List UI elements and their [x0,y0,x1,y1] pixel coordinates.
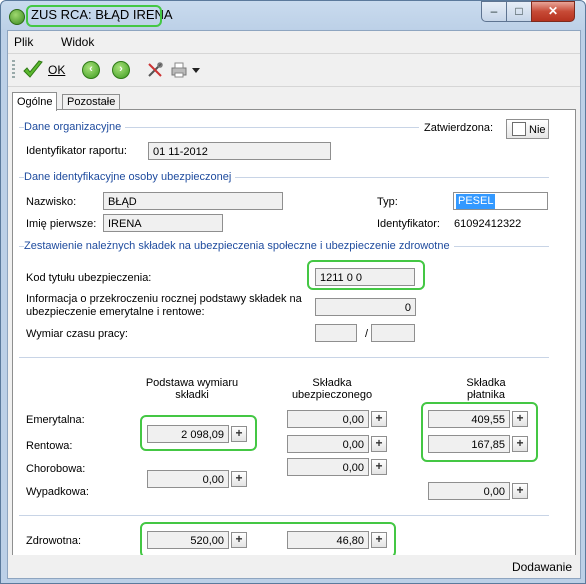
zdrowotna-insured-plus-button[interactable]: + [371,532,387,548]
id-value: 61092412322 [454,218,522,230]
status-bar: Dodawanie [8,555,580,577]
col-header-base: Podstawa wymiaru składki [137,377,247,401]
emerytalna-base-field: 2 098,09 [147,425,229,443]
col-header-payer-line2: płatnika [467,389,505,401]
toolbar: OK ‹ › [8,53,580,87]
section-divider [19,357,549,358]
status-mode: Dodawanie [511,560,572,574]
forward-button[interactable]: › [112,59,130,81]
section-title-contrib: Zestawienie należnych składek na ubezpie… [24,240,454,252]
worktime-denominator-field [371,324,415,342]
col-header-payer-line1: Składka [466,377,506,389]
tools-button[interactable] [146,59,164,81]
emerytalna-insured-field: 0,00 [287,410,369,428]
chorobowa-insured-plus-button[interactable]: + [371,459,387,475]
wypadkowa-payer-plus-button[interactable]: + [512,483,528,499]
worktime-separator: / [365,328,369,340]
ok-label: OK [48,63,66,77]
menu-widok[interactable]: Widok [61,35,94,49]
type-field[interactable]: PESEL [453,192,548,210]
title-bar[interactable]: ZUS RCA: BŁĄD IRENA – □ ✕ [1,1,585,31]
rentowa-payer-field: 167,85 [428,435,510,453]
excess-label: Informacja o przekroczeniu rocznej podst… [26,293,302,319]
emerytalna-base-plus-button[interactable]: + [231,426,247,442]
chorobowa-base-plus-button[interactable]: + [231,471,247,487]
col-header-base-line1: Podstawa wymiaru [145,377,239,389]
confirmed-value: Nie [529,124,546,136]
type-value: PESEL [456,194,496,209]
menu-bar: Plik Widok [8,31,580,53]
app-icon [9,9,25,25]
row-label-wypadkowa: Wypadkowa: [26,486,89,498]
row-label-zdrowotna: Zdrowotna: [26,535,82,547]
emerytalna-payer-plus-button[interactable]: + [512,411,528,427]
chorobowa-insured-field: 0,00 [287,458,369,476]
chorobowa-base-field: 0,00 [147,470,229,488]
confirmed-label: Zatwierdzona: [424,122,494,134]
surname-label: Nazwisko: [26,196,77,208]
col-header-payer: Składka płatnika [431,377,541,401]
tab-ogolne[interactable]: Ogólne [12,92,58,111]
back-button[interactable]: ‹ [82,59,100,81]
report-id-label: Identyfikator raportu: [26,145,127,157]
row-label-emerytalna: Emerytalna: [26,414,85,426]
firstname-label: Imię pierwsze: [26,218,97,230]
firstname-field: IRENA [103,214,223,232]
printer-icon [171,62,187,78]
worktime-numerator-field [315,324,357,342]
row-label-rentowa: Rentowa: [26,440,73,452]
emerytalna-payer-field: 409,55 [428,410,510,428]
code-field: 1211 0 0 [315,268,415,286]
ok-button[interactable]: OK [22,59,70,81]
app-window: ZUS RCA: BŁĄD IRENA – □ ✕ Plik Widok OK … [0,0,586,584]
tab-pozostale[interactable]: Pozostałe [62,94,121,110]
row-label-chorobowa: Chorobowa: [26,463,86,475]
excess-label-line1: Informacja o przekroczeniu rocznej podst… [26,293,302,305]
zdrowotna-insured-field: 46,80 [287,531,369,549]
confirmed-checkbox[interactable] [512,122,526,136]
minimize-button[interactable]: – [481,1,507,22]
rentowa-insured-field: 0,00 [287,435,369,453]
dropdown-arrow-icon[interactable] [192,68,200,74]
back-arrow-icon: ‹ [82,61,100,79]
id-label: Identyfikator: [377,218,440,230]
excess-field: 0 [315,298,416,316]
forward-arrow-icon: › [112,61,130,79]
ok-check-icon [23,60,43,78]
confirmed-toggle[interactable]: Nie [506,119,549,139]
col-header-base-line2: składki [175,389,209,401]
window-title: ZUS RCA: BŁĄD IRENA [31,7,173,22]
tools-icon [148,62,163,77]
print-button[interactable] [170,59,204,81]
section-title-org: Dane organizacyjne [24,121,126,133]
maximize-button[interactable]: □ [506,1,532,22]
type-label: Typ: [377,196,398,208]
zdrowotna-base-plus-button[interactable]: + [231,532,247,548]
rentowa-insured-plus-button[interactable]: + [371,436,387,452]
section-title-person: Dane identyfikacyjne osoby ubezpieczonej [24,171,236,183]
close-button[interactable]: ✕ [531,1,575,22]
excess-label-line2: ubezpieczenie emerytalne i rentowe: [26,306,205,318]
col-header-insured-line2: ubezpieczonego [291,389,373,401]
tab-panel-ogolne: Dane organizacyjne Zatwierdzona: Nie Ide… [12,109,576,573]
menu-plik[interactable]: Plik [14,35,33,49]
section-divider [19,515,549,516]
client-area: Plik Widok OK ‹ › Ogólne Pozostałe Dane … [7,30,581,579]
col-header-insured: Składka ubezpieczonego [277,377,387,401]
worktime-label: Wymiar czasu pracy: [26,328,128,340]
report-id-field: 01 11-2012 [148,142,331,160]
zdrowotna-base-field: 520,00 [147,531,229,549]
rentowa-payer-plus-button[interactable]: + [512,436,528,452]
code-label: Kod tytułu ubezpieczenia: [26,272,152,284]
surname-field: BŁĄD [103,192,283,210]
wypadkowa-payer-field: 0,00 [428,482,510,500]
emerytalna-insured-plus-button[interactable]: + [371,411,387,427]
col-header-insured-line1: Składka [312,377,352,389]
toolbar-grip[interactable] [12,60,15,80]
